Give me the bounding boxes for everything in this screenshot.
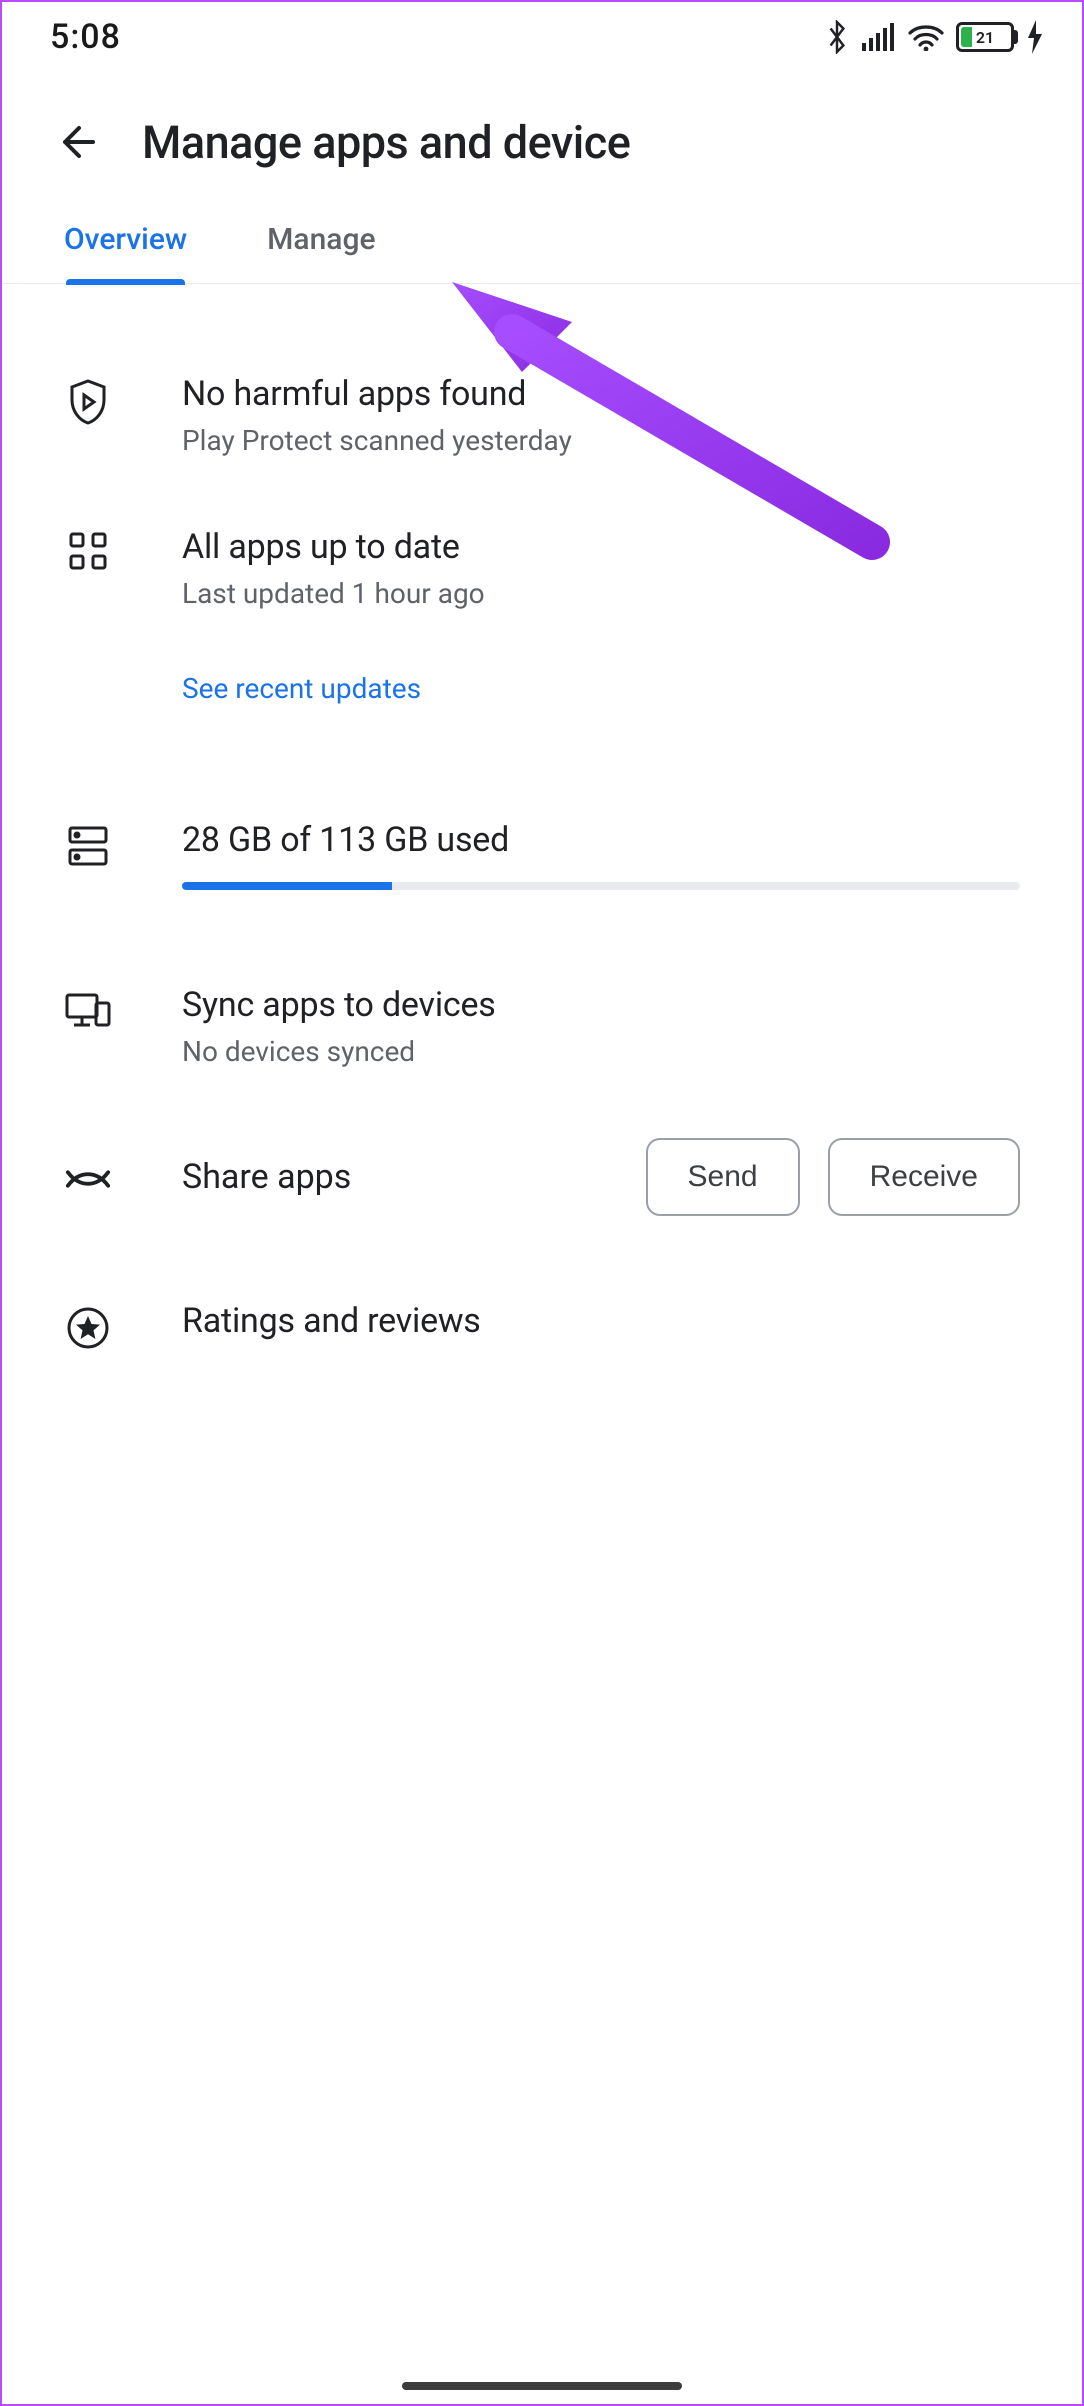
bluetooth-icon: [824, 20, 850, 54]
share-nearby-icon: [64, 1158, 112, 1196]
clock: 5:08: [50, 17, 121, 57]
play-protect-title: No harmful apps found: [182, 374, 1020, 414]
row-ratings[interactable]: Ratings and reviews: [2, 1256, 1082, 1391]
receive-button[interactable]: Receive: [828, 1138, 1020, 1216]
content: No harmful apps found Play Protect scann…: [2, 284, 1082, 1391]
row-sync[interactable]: Sync apps to devices No devices synced: [2, 930, 1082, 1108]
tab-manage[interactable]: Manage: [267, 222, 375, 283]
row-updates[interactable]: All apps up to date Last updated 1 hour …: [2, 497, 1082, 755]
ratings-title: Ratings and reviews: [182, 1301, 1020, 1341]
updates-subtitle: Last updated 1 hour ago: [182, 577, 1020, 610]
app-header: Manage apps and device: [2, 72, 1082, 192]
star-circle-icon: [64, 1301, 112, 1351]
battery-icon: 21: [956, 22, 1014, 52]
sync-title: Sync apps to devices: [182, 985, 1020, 1025]
apps-grid-icon: [64, 527, 112, 571]
status-icons: 21: [824, 20, 1044, 54]
page-title: Manage apps and device: [142, 116, 630, 169]
storage-icon: [64, 820, 112, 868]
send-button[interactable]: Send: [646, 1138, 800, 1216]
status-bar: 5:08: [2, 2, 1082, 72]
tab-overview[interactable]: Overview: [64, 222, 187, 283]
charging-icon: [1026, 20, 1044, 54]
arrow-left-icon: [55, 120, 99, 164]
wifi-icon: [908, 23, 944, 51]
cellular-icon: [862, 23, 896, 51]
home-indicator[interactable]: [402, 2382, 682, 2390]
battery-percent: 21: [959, 28, 1011, 47]
tab-bar: Overview Manage: [2, 192, 1082, 284]
row-share: Share apps Send Receive: [2, 1108, 1082, 1256]
shield-play-icon: [64, 374, 112, 426]
row-play-protect[interactable]: No harmful apps found Play Protect scann…: [2, 344, 1082, 497]
devices-icon: [64, 985, 112, 1031]
storage-title: 28 GB of 113 GB used: [182, 820, 1020, 860]
updates-title: All apps up to date: [182, 527, 1020, 567]
storage-progress: [182, 882, 1020, 890]
row-storage[interactable]: 28 GB of 113 GB used: [2, 755, 1082, 930]
back-button[interactable]: [47, 112, 107, 172]
sync-subtitle: No devices synced: [182, 1035, 1020, 1068]
play-protect-subtitle: Play Protect scanned yesterday: [182, 424, 1020, 457]
share-title: Share apps: [182, 1157, 646, 1197]
see-recent-updates-link[interactable]: See recent updates: [182, 672, 421, 705]
